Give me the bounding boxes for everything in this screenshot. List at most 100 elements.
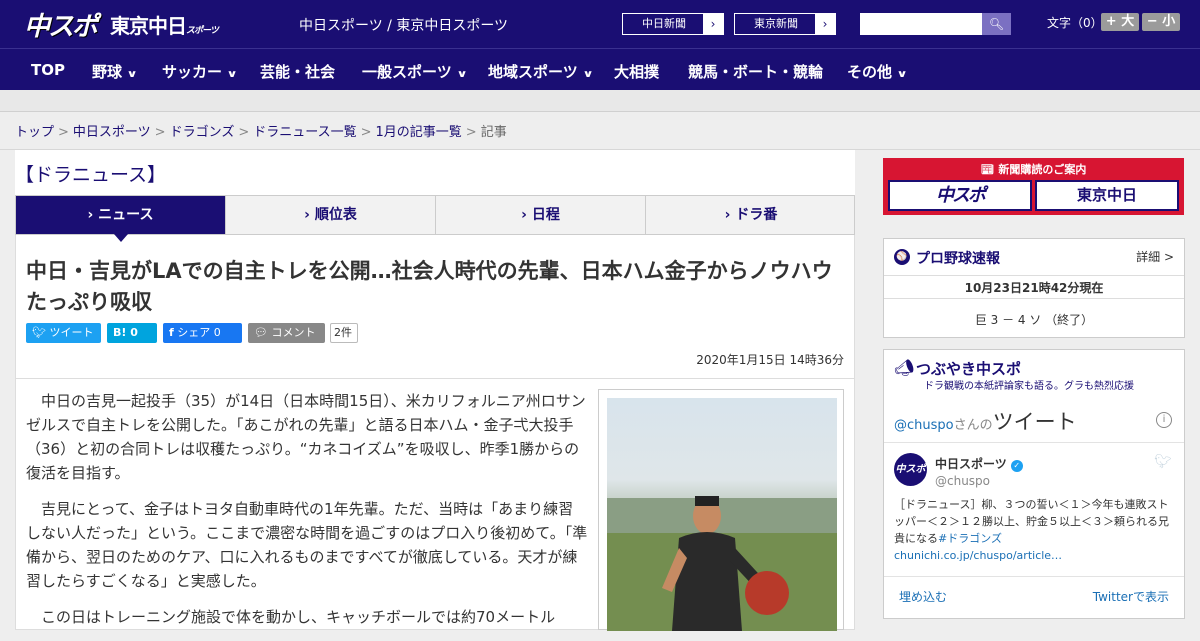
twitter-widget-title: つぶやき中スポ bbox=[916, 360, 1022, 378]
embed-link[interactable]: 埋め込む bbox=[899, 588, 947, 605]
newspaper-icon: 📰︎ bbox=[980, 163, 995, 176]
subscription-title: 📰︎ 新聞購読のご案内 bbox=[883, 161, 1184, 177]
tokyo-logo-text: 東京中日 bbox=[110, 14, 187, 38]
tokyo-logo-small: スポーツ bbox=[186, 26, 219, 36]
facebook-share-button[interactable]: f シェア 0 bbox=[163, 323, 242, 343]
game-result[interactable]: 巨 3 － 4 ソ （終了） bbox=[884, 311, 1184, 328]
comment-button[interactable]: 💬︎ コメント bbox=[248, 323, 325, 343]
chevron-down-icon: ∨ bbox=[582, 69, 594, 80]
breadcrumb-separator: > bbox=[360, 125, 372, 140]
nav-sumo[interactable]: 大相撲 bbox=[614, 61, 659, 82]
photo-image bbox=[607, 398, 837, 631]
breadcrumb-separator: > bbox=[154, 125, 166, 140]
top-bar: 中スポ 東京中日スポーツ 中日スポーツ / 東京中日スポーツ 中日新聞 › 東京… bbox=[0, 0, 1200, 48]
tab-news[interactable]: › ニュース bbox=[16, 196, 226, 242]
article-photo[interactable] bbox=[598, 389, 844, 631]
chevron-down-icon: ∨ bbox=[126, 69, 138, 80]
article-date: 2020年1月15日 14時36分 bbox=[696, 353, 844, 367]
nav-other[interactable]: その他 ∨ bbox=[847, 61, 908, 82]
search-input[interactable] bbox=[860, 13, 982, 35]
pitcher-photo-illustration bbox=[607, 496, 837, 631]
divider bbox=[884, 442, 1184, 443]
nav-general-sports-label: 一般スポーツ bbox=[362, 63, 452, 81]
tweet-author-handle[interactable]: @chuspo bbox=[935, 474, 990, 488]
font-larger-button[interactable]: + 大 bbox=[1101, 13, 1139, 31]
nav-sumo-label: 大相撲 bbox=[614, 63, 660, 81]
tweet-button[interactable]: 🐦︎ ツイート bbox=[26, 323, 101, 343]
subscription-title-text: 新聞購読のご案内 bbox=[998, 163, 1087, 176]
chunichi-shimbun-label: 中日新聞 bbox=[642, 17, 686, 30]
tweet-header: @chuspoさんのツイート bbox=[894, 406, 1077, 436]
divider bbox=[884, 576, 1184, 577]
chevron-right-icon: › bbox=[815, 14, 835, 34]
chunichi-shimbun-link[interactable]: 中日新聞 › bbox=[622, 13, 724, 35]
nav-baseball[interactable]: 野球 ∨ bbox=[92, 61, 138, 82]
font-size-label: 文字（0） bbox=[1047, 16, 1103, 30]
breadcrumb-dragons[interactable]: ドラゴンズ bbox=[170, 125, 235, 140]
article-paragraph: この日はトレーニング施設で体を動かし、キャッチボールでは約70メートル bbox=[41, 608, 556, 626]
tweet-text: ［ドラニュース］柳、３つの誓い＜１＞今年も連敗ストッパー＜２＞１２勝以上、貯金５… bbox=[894, 496, 1176, 564]
breadcrumb-dora-news-list[interactable]: ドラニュース一覧 bbox=[253, 125, 356, 140]
tokyo-shimbun-link[interactable]: 東京新聞 › bbox=[734, 13, 836, 35]
breadcrumb-top[interactable]: トップ bbox=[15, 125, 54, 140]
article-paragraph: 中日の吉見一起投手（35）が14日（日本時間15日）、米カリフォルニア州ロサンゼ… bbox=[26, 392, 586, 482]
nav-entertainment-label: 芸能・社会 bbox=[260, 63, 336, 81]
tweet-header-label: ツイート bbox=[992, 410, 1077, 434]
breadcrumb-separator: > bbox=[465, 125, 477, 140]
twitter-widget-subtitle: ドラ観戦の本紙評論家も語る。グラも熱烈応援 bbox=[924, 381, 1134, 392]
tokyo-chunichi-logo[interactable]: 東京中日スポーツ bbox=[110, 10, 219, 39]
tweet-body: ［ドラニュース］柳、３つの誓い＜１＞今年も連敗ストッパー＜２＞１２勝以上、貯金５… bbox=[894, 498, 1169, 545]
breadcrumb: トップ > 中日スポーツ > ドラゴンズ > ドラニュース一覧 >1月の記事一覧 > 記事 bbox=[0, 112, 1200, 150]
nav-general-sports[interactable]: 一般スポーツ ∨ bbox=[362, 61, 468, 82]
tweet-header-san: さんの bbox=[953, 418, 993, 433]
search-icon: 🔍︎ bbox=[988, 17, 1005, 31]
tweet-link[interactable]: chunichi.co.jp/chuspo/article… bbox=[894, 549, 1062, 562]
baseball-icon: ⚾ bbox=[894, 249, 910, 265]
font-smaller-button[interactable]: − 小 bbox=[1142, 13, 1180, 31]
nav-top[interactable]: TOP bbox=[31, 61, 65, 79]
tweet-hashtag[interactable]: #ドラゴンズ bbox=[938, 532, 1002, 545]
nav-local-sports[interactable]: 地域スポーツ ∨ bbox=[488, 61, 594, 82]
info-icon[interactable]: i bbox=[1156, 412, 1172, 428]
search-button[interactable]: 🔍︎ bbox=[982, 13, 1011, 35]
comment-count: 2件 bbox=[330, 323, 358, 343]
nav-top-label: TOP bbox=[31, 61, 65, 79]
tab-standings[interactable]: › 順位表 bbox=[226, 196, 436, 234]
breadcrumb-separator: > bbox=[58, 125, 69, 140]
comment-label: コメント bbox=[271, 326, 316, 339]
tab-schedule[interactable]: › 日程 bbox=[436, 196, 646, 234]
nav-soccer[interactable]: サッカー ∨ bbox=[162, 61, 238, 82]
tweet-author-name[interactable]: 中日スポーツ ✓ bbox=[935, 455, 1023, 472]
tweet-header-handle[interactable]: @chuspo bbox=[894, 418, 954, 433]
nav-racing[interactable]: 競馬・ボート・競輪 bbox=[688, 61, 823, 82]
facebook-share-label: シェア 0 bbox=[177, 326, 221, 339]
article-paragraph: 吉見にとって、金子はトヨタ自動車時代の1年先輩。ただ、当時は「あまり練習しない人… bbox=[26, 500, 588, 590]
chevron-down-icon: ∨ bbox=[896, 69, 908, 80]
main-nav: TOP 野球 ∨ サッカー ∨ 芸能・社会 一般スポーツ ∨ 地域スポーツ ∨ 大相撲 … bbox=[0, 48, 1200, 90]
chevron-down-icon: ∨ bbox=[226, 69, 238, 80]
scores-timestamp: 10月23日21時42分現在 bbox=[884, 275, 1184, 299]
article-body: 中日の吉見一起投手（35）が14日（日本時間15日）、米カリフォルニア州ロサンゼ… bbox=[26, 389, 588, 641]
tab-dora-ban[interactable]: › ドラ番 bbox=[646, 196, 856, 234]
tweet-author-name-text: 中日スポーツ bbox=[935, 457, 1007, 471]
breadcrumb-january-list[interactable]: 1月の記事一覧 bbox=[376, 125, 462, 140]
subscribe-tokyo-button[interactable]: 東京中日 bbox=[1035, 180, 1179, 211]
breadcrumb-chuspo[interactable]: 中日スポーツ bbox=[73, 125, 151, 140]
section-tabs: › ニュース › 順位表 › 日程 › ドラ番 bbox=[15, 195, 856, 242]
chevron-down-icon: ∨ bbox=[456, 69, 468, 80]
ad-strip bbox=[0, 90, 1200, 112]
chuspo-logo[interactable]: 中スポ bbox=[24, 6, 98, 43]
subscription-banner[interactable]: 📰︎ 新聞購読のご案内 中スポ 東京中日 bbox=[883, 158, 1184, 215]
nav-soccer-label: サッカー bbox=[162, 63, 223, 81]
avatar[interactable]: 中スポ bbox=[894, 453, 927, 486]
baseball-scores-widget: ⚾ プロ野球速報 詳細 > 10月23日21時42分現在 巨 3 － 4 ソ （… bbox=[883, 238, 1185, 338]
view-on-twitter-link[interactable]: Twitterで表示 bbox=[1093, 588, 1169, 605]
nav-entertainment[interactable]: 芸能・社会 bbox=[260, 61, 335, 82]
subscribe-chuspo-button[interactable]: 中スポ bbox=[888, 180, 1032, 211]
tweet-label: ツイート bbox=[49, 326, 94, 339]
hatena-bookmark-button[interactable]: B! 0 bbox=[107, 323, 157, 343]
nav-racing-label: 競馬・ボート・競輪 bbox=[688, 63, 824, 81]
scores-detail-link[interactable]: 詳細 > bbox=[1136, 248, 1174, 265]
tokyo-shimbun-label: 東京新聞 bbox=[754, 17, 798, 30]
twitter-bird-icon: 🐦︎ bbox=[32, 326, 46, 339]
